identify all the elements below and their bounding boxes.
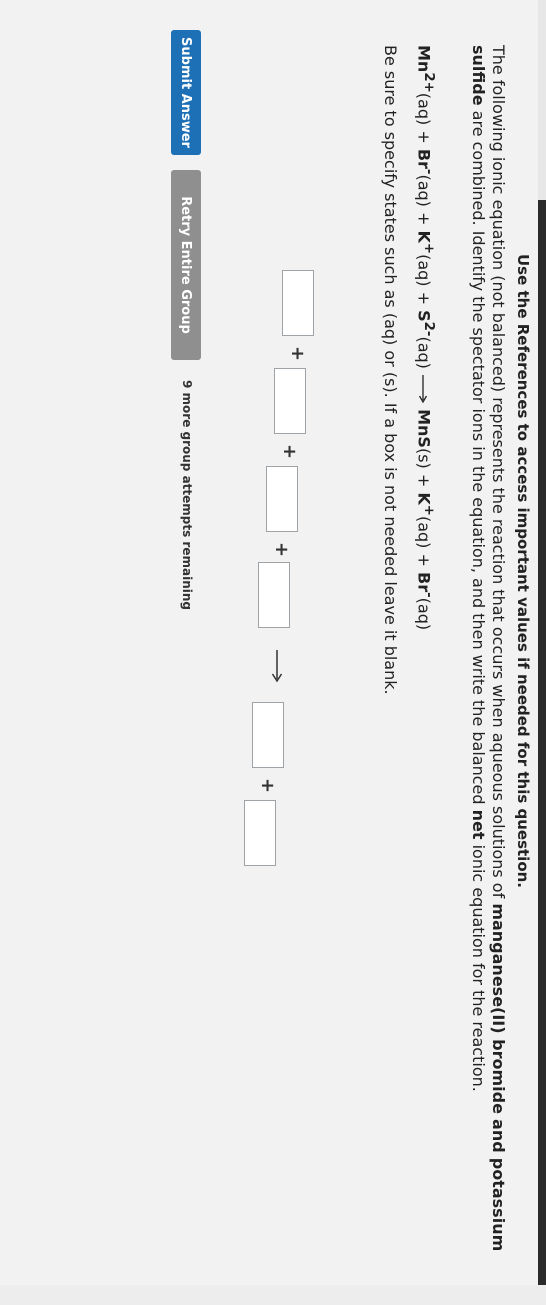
mn-state: (aq) — [414, 92, 434, 126]
submit-answer-button[interactable]: Submit Answer — [171, 30, 201, 155]
question-panel: Use the References to access important v… — [0, 0, 546, 1285]
row-plus-2: + — [279, 444, 300, 460]
k-ion: K — [414, 230, 434, 243]
eq-plus-4: + — [414, 473, 434, 488]
references-note: Use the References to access important v… — [514, 254, 532, 888]
mn-ion: Mn — [414, 45, 434, 73]
br-ion: Br — [414, 148, 434, 169]
and-word: and — [489, 1119, 508, 1153]
k-charge: + — [421, 242, 436, 255]
mn-charge: 2+ — [421, 72, 436, 93]
ionic-equation: Mn2+(aq) + Br-(aq) + K+(aq) + S2-(aq) Mn… — [415, 45, 436, 630]
retry-entire-group-button[interactable]: Retry Entire Group — [171, 170, 201, 360]
row-plus-1: + — [287, 346, 308, 362]
row-plus-3: + — [271, 542, 292, 558]
product-box-1[interactable] — [252, 702, 284, 768]
answer-arrow-icon — [271, 650, 283, 683]
k2-state: (aq) — [414, 515, 434, 549]
s-state: (aq) — [414, 336, 434, 369]
eq-plus-3: + — [414, 291, 434, 306]
question-intro: The following ionic equation (not balanc… — [489, 45, 508, 899]
mns-product: MnS — [414, 409, 434, 448]
br-ion-product: Br — [414, 572, 434, 593]
instructions-text: Be sure to specify states such as (aq) o… — [381, 45, 400, 695]
net-word: net — [469, 809, 488, 840]
s-ion: S — [414, 310, 434, 322]
reactant-box-1[interactable] — [282, 270, 314, 336]
reactant-box-2[interactable] — [274, 368, 306, 434]
reactant-box-3[interactable] — [266, 466, 298, 532]
k-state: (aq) — [414, 254, 434, 287]
eq-plus-1: + — [414, 130, 434, 144]
compound-1: manganese(II) bromide — [489, 903, 508, 1114]
attempts-remaining: 9 more group attempts remaining — [180, 380, 194, 610]
reactant-box-4[interactable] — [258, 562, 290, 628]
product-box-2[interactable] — [244, 800, 276, 866]
eq-plus-2: + — [414, 212, 434, 226]
question-mid: are combined. Identify the spectator ion… — [469, 110, 488, 805]
question-text: The following ionic equation (not balanc… — [468, 45, 508, 1305]
top-bar — [538, 0, 546, 1285]
row-plus-4: + — [257, 778, 278, 794]
question-end: ionic equation for the reaction. — [469, 844, 488, 1092]
k2-charge: + — [421, 504, 436, 516]
mns-state: (s) — [414, 447, 434, 469]
br2-state: (aq) — [414, 597, 434, 631]
reaction-arrow-icon — [419, 375, 428, 404]
eq-plus-5: + — [414, 553, 434, 567]
br-state: (aq) — [414, 174, 434, 207]
s-charge: 2- — [421, 321, 436, 337]
top-bar-light — [538, 0, 546, 200]
k-ion-product: K — [414, 492, 434, 505]
